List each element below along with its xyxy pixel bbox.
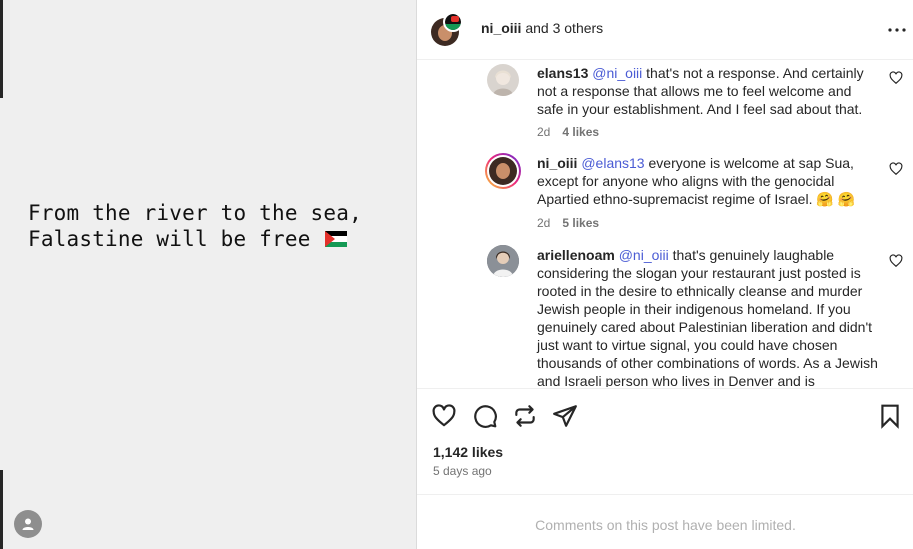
comment-username[interactable]: elans13	[537, 65, 588, 81]
post-text: From the river to the sea, Falastine wil…	[28, 200, 362, 252]
comment-likes[interactable]: 5 likes	[562, 216, 599, 230]
post-image: From the river to the sea, Falastine wil…	[0, 0, 416, 549]
post-details: ni_oiii and 3 others elans13 @ni_oiii th…	[416, 0, 913, 549]
heart-icon[interactable]	[889, 162, 903, 176]
share-icon[interactable]	[552, 403, 578, 429]
save-icon[interactable]	[877, 403, 903, 429]
tagged-users-button[interactable]	[14, 510, 42, 538]
comment-username[interactable]: ariellenoam	[537, 247, 615, 263]
comment-username[interactable]: ni_oiii	[537, 155, 577, 171]
header-others[interactable]: and 3 others	[521, 20, 603, 36]
more-icon	[888, 28, 906, 32]
avatar[interactable]	[443, 12, 463, 32]
more-options-button[interactable]	[885, 18, 909, 42]
comment-text: ni_oiii @elans13 everyone is welcome at …	[537, 154, 877, 208]
header-username[interactable]: ni_oiii	[481, 20, 521, 36]
post-timestamp[interactable]: 5 days ago	[433, 464, 492, 478]
collab-title: ni_oiii and 3 others	[481, 20, 603, 36]
comment-text: ariellenoam @ni_oiii that's genuinely la…	[537, 246, 882, 387]
likes-count[interactable]: 1,142 likes	[433, 444, 503, 460]
comment-content: that's genuinely laughable considering t…	[537, 247, 878, 387]
left-edge	[0, 0, 3, 98]
comment-meta: 2d 5 likes	[537, 216, 599, 230]
comment-age[interactable]: 2d	[537, 125, 550, 139]
comment-age[interactable]: 2d	[537, 216, 550, 230]
post-line-2: Falastine will be free	[28, 227, 311, 251]
post-header: ni_oiii and 3 others	[417, 0, 913, 60]
palestine-flag-icon	[325, 231, 348, 247]
post-line-1: From the river to the sea,	[28, 201, 362, 225]
avatar[interactable]	[487, 64, 519, 96]
comment-mention[interactable]: @ni_oiii	[619, 247, 669, 263]
avatar[interactable]	[487, 245, 519, 277]
comment-meta: 2d 4 likes	[537, 125, 599, 139]
comment-mention[interactable]: @ni_oiii	[592, 65, 642, 81]
comment-icon[interactable]	[472, 403, 498, 429]
heart-icon[interactable]	[889, 71, 903, 85]
like-icon[interactable]	[431, 403, 457, 429]
post-actions	[417, 388, 913, 440]
heart-icon[interactable]	[889, 254, 903, 268]
user-icon	[22, 518, 34, 530]
comments-limited-notice: Comments on this post have been limited.	[417, 494, 913, 549]
left-edge	[0, 470, 3, 549]
comments-list[interactable]: elans13 @ni_oiii that's not a response. …	[417, 61, 913, 387]
repost-icon[interactable]	[512, 403, 538, 429]
avatar[interactable]	[485, 153, 521, 189]
comment-likes[interactable]: 4 likes	[562, 125, 599, 139]
comment-text: elans13 @ni_oiii that's not a response. …	[537, 64, 877, 118]
comment-mention[interactable]: @elans13	[581, 155, 644, 171]
